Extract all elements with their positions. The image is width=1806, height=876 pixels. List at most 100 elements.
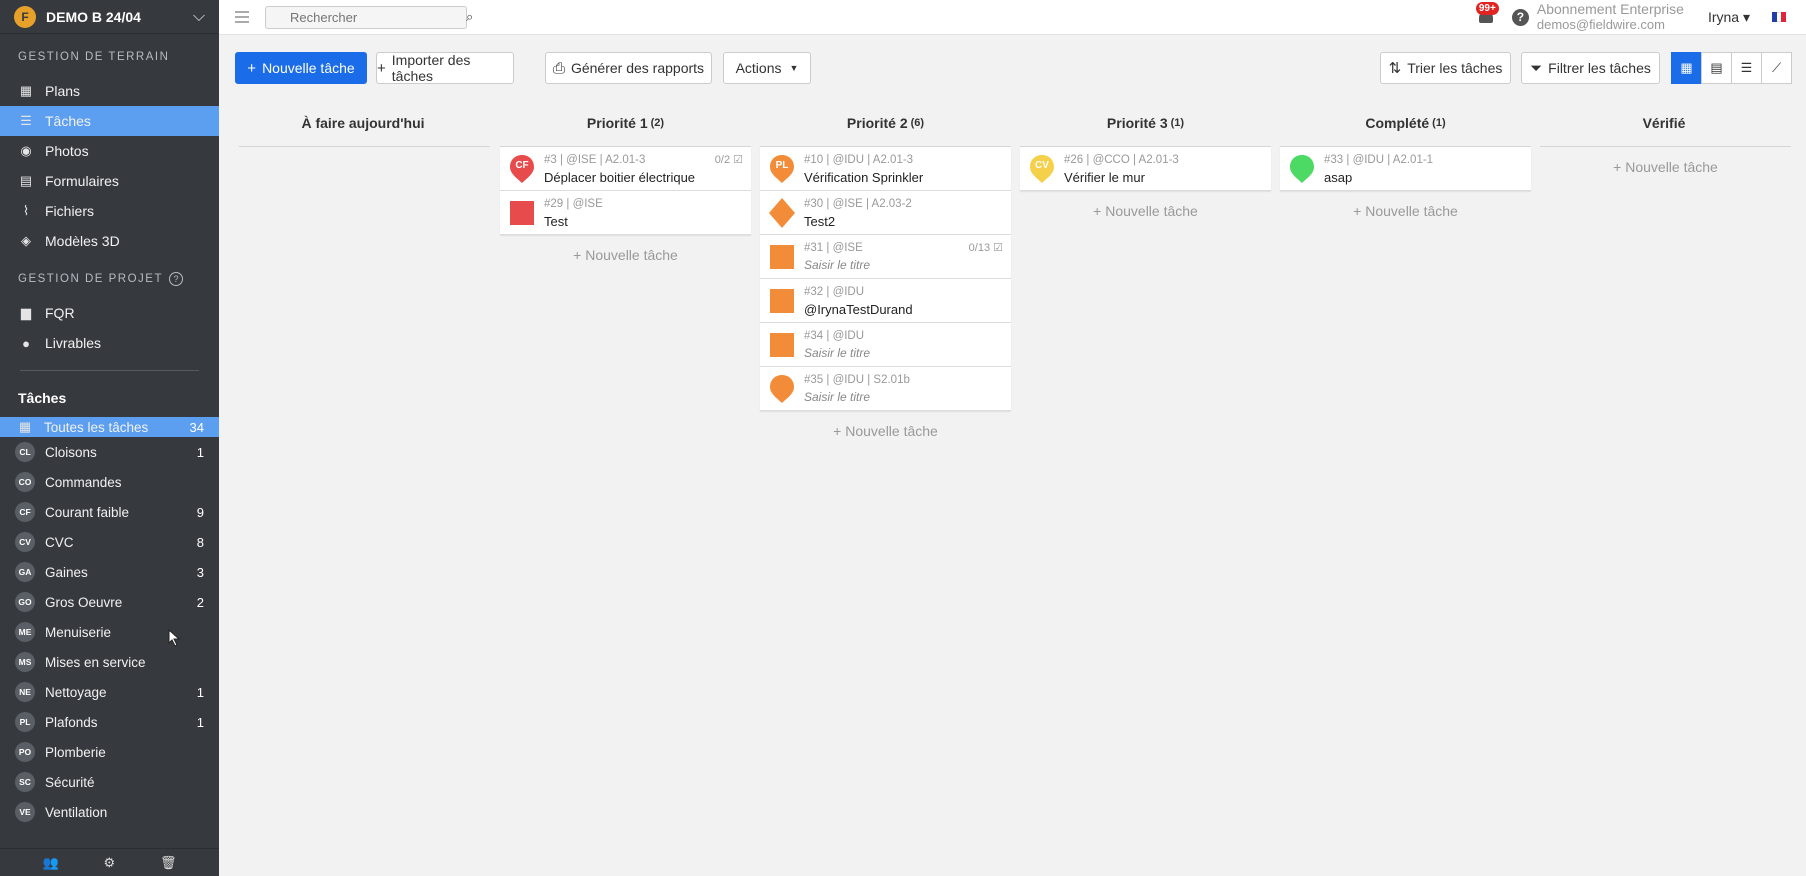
task-status-diamond-icon xyxy=(769,198,795,228)
field-item[interactable]: ◈ Modèles 3D xyxy=(0,226,219,256)
add-task-button[interactable]: + Nouvelle tâche xyxy=(1020,191,1271,231)
project-selector[interactable]: F DEMO B 24/04 ⌵ xyxy=(0,0,219,34)
category-item[interactable]: CV CVC 8 xyxy=(0,527,219,557)
team-icon[interactable]: 👥 xyxy=(42,855,58,871)
trash-icon[interactable]: 🗑 xyxy=(160,855,177,871)
project-item[interactable]: ● Livrables xyxy=(0,328,219,358)
chart-view-button[interactable]: ⟋ xyxy=(1761,52,1792,84)
help-button-icon[interactable]: ? xyxy=(1511,8,1529,26)
category-label: Nettoyage xyxy=(45,684,107,700)
category-label: Commandes xyxy=(45,474,122,490)
hamburger-menu-icon[interactable] xyxy=(235,8,249,26)
task-card-text: #29 | @ISE Test xyxy=(544,196,603,230)
top-bar: ⌕ 99+ ? Abonnement Enterprise demos@fiel… xyxy=(219,0,1806,35)
sort-icon: ⇅ xyxy=(1388,60,1402,77)
category-item[interactable]: SC Sécurité xyxy=(0,767,219,797)
add-task-button[interactable]: + Nouvelle tâche xyxy=(1540,147,1791,187)
filter-tasks-button[interactable]: ⏷ Filtrer les tâches xyxy=(1521,52,1660,84)
field-item[interactable]: ▦ Plans xyxy=(0,76,219,106)
tasks-section-title: Tâches xyxy=(18,390,67,406)
sidebar: F DEMO B 24/04 ⌵ GESTION DE TERRAIN ▦ Pla… xyxy=(0,0,219,876)
task-card-text: #35 | @IDU | S2.01b Saisir le titre xyxy=(804,372,910,406)
field-item[interactable]: ◉ Photos xyxy=(0,136,219,166)
account-email: demos@fieldwire.com xyxy=(1536,17,1665,32)
project-item[interactable]: ▆ FQR xyxy=(0,298,219,328)
board-column: Priorité 3 (1) CV #26 | @CCO | A2.01-3 Vérif… xyxy=(1020,100,1271,231)
column-count: (6) xyxy=(910,117,925,129)
category-item[interactable]: ME Menuiserie xyxy=(0,617,219,647)
task-card[interactable]: #33 | @IDU | A2.01-1 asap xyxy=(1280,147,1531,191)
task-meta: #34 | @IDU xyxy=(804,329,865,342)
column-header: Priorité 2 (6) xyxy=(760,100,1011,147)
field-item[interactable]: ⌇ Fichiers xyxy=(0,196,219,226)
task-card[interactable]: PL #10 | @IDU | A2.01-3 Vérification Sprin… xyxy=(760,147,1011,191)
french-flag-icon[interactable] xyxy=(1772,12,1787,22)
calendar-icon: ▤ xyxy=(1710,60,1723,75)
task-card[interactable]: #31 | @ISE Saisir le titre 0/13 ☑ xyxy=(760,235,1011,279)
category-item[interactable]: GO Gros Oeuvre 2 xyxy=(0,587,219,617)
board-view-button[interactable]: ▦ xyxy=(1671,52,1702,84)
category-label: Plomberie xyxy=(45,744,106,760)
category-item[interactable]: CO Commandes xyxy=(0,467,219,497)
gear-icon[interactable]: ⚙ xyxy=(104,855,116,871)
project-name: DEMO B 24/04 xyxy=(46,8,141,25)
category-count: 9 xyxy=(196,504,204,520)
task-card[interactable]: CF #3 | @ISE | A2.01-3 Déplacer boitier él… xyxy=(500,147,751,191)
generate-reports-button[interactable]: ⎙ Générer des rapports xyxy=(545,52,712,84)
task-card[interactable]: #34 | @IDU Saisir le titre xyxy=(760,323,1011,367)
category-item[interactable]: PL Plafonds 1 xyxy=(0,707,219,737)
task-meta: #29 | @ISE xyxy=(544,197,603,210)
category-item[interactable]: GA Gaines 3 xyxy=(0,557,219,587)
category-label: Gros Oeuvre xyxy=(45,594,123,610)
gantt-view-button[interactable]: ☰ xyxy=(1731,52,1762,84)
search-box[interactable]: ⌕ xyxy=(265,5,473,29)
all-tasks-grid-icon: ▦ xyxy=(18,419,32,434)
task-shape-label: PL xyxy=(775,160,789,171)
field-item-label: Plans xyxy=(45,83,81,99)
task-status-square-icon xyxy=(770,289,794,313)
add-task-button[interactable]: + Nouvelle tâche xyxy=(500,235,751,275)
category-item[interactable]: PO Plomberie xyxy=(0,737,219,767)
field-item[interactable]: ☰ Tâches xyxy=(0,106,219,136)
new-task-button[interactable]: + Nouvelle tâche xyxy=(235,52,367,84)
category-item[interactable]: MS Mises en service xyxy=(0,647,219,677)
checklist-progress: 0/2 ☑ xyxy=(714,154,743,166)
task-card[interactable]: CV #26 | @CCO | A2.01-3 Vérifier le mur xyxy=(1020,147,1271,191)
help-icon[interactable]: ? xyxy=(169,272,183,286)
category-label: Courant faible xyxy=(45,504,130,520)
search-icon[interactable]: ⌕ xyxy=(466,9,473,25)
category-label: Cloisons xyxy=(45,444,97,460)
task-meta: #30 | @ISE | A2.03-2 xyxy=(804,197,912,210)
task-card[interactable]: #29 | @ISE Test xyxy=(500,191,751,235)
calendar-view-button[interactable]: ▤ xyxy=(1701,52,1732,84)
field-item[interactable]: ▤ Formulaires xyxy=(0,166,219,196)
category-badge: CF xyxy=(15,502,35,522)
user-menu[interactable]: Iryna ▾ xyxy=(1708,9,1750,26)
import-tasks-button[interactable]: + Importer des tâches xyxy=(376,52,514,84)
field-item-label: Tâches xyxy=(45,113,91,129)
category-item[interactable]: CL Cloisons 1 xyxy=(0,437,219,467)
category-item[interactable]: VE Ventilation xyxy=(0,797,219,827)
task-card[interactable]: #35 | @IDU | S2.01b Saisir le titre xyxy=(760,367,1011,411)
chevron-down-icon[interactable]: ⌵ xyxy=(193,8,205,26)
notifications-button[interactable]: 99+ xyxy=(1474,2,1499,29)
sort-tasks-button[interactable]: ⇅ Trier les tâches xyxy=(1380,52,1511,84)
category-label: Sécurité xyxy=(45,774,95,790)
actions-dropdown[interactable]: Actions ▼ xyxy=(723,52,811,84)
plan-name: Abonnement Enterprise xyxy=(1536,1,1684,17)
category-item[interactable]: NE Nettoyage 1 xyxy=(0,677,219,707)
task-title: Vérifier le mur xyxy=(1064,169,1145,185)
search-input[interactable] xyxy=(290,9,466,25)
add-task-button[interactable]: + Nouvelle tâche xyxy=(1280,191,1531,231)
task-board: À faire aujourd'hui Priorité 1 (2) CF #3 | @… xyxy=(219,100,1806,876)
task-status-pin-icon xyxy=(1290,155,1314,183)
category-item[interactable]: ▦ Toutes les tâches 34 xyxy=(0,417,219,437)
task-card[interactable]: #32 | @IDU @IrynaTestDurand xyxy=(760,279,1011,323)
printer-icon: ⎙ xyxy=(552,59,565,77)
task-card[interactable]: #30 | @ISE | A2.03-2 Test2 xyxy=(760,191,1011,235)
add-task-button[interactable]: + Nouvelle tâche xyxy=(760,411,1011,451)
camera-icon: ◉ xyxy=(20,143,32,158)
category-badge: CV xyxy=(15,532,35,552)
category-label: Plafonds xyxy=(45,714,98,730)
category-item[interactable]: CF Courant faible 9 xyxy=(0,497,219,527)
